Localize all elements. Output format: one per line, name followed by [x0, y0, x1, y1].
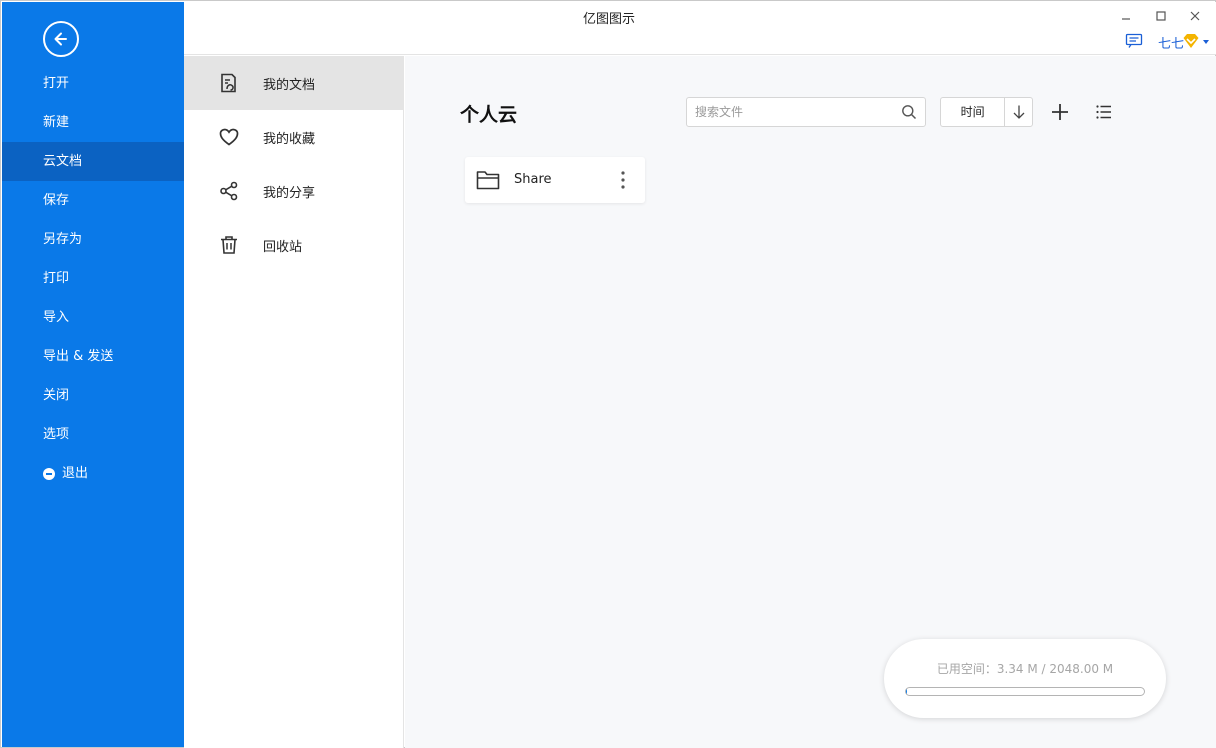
menu-item-exit[interactable]: 退出: [2, 454, 184, 493]
document-icon: [221, 73, 236, 93]
close-icon: [1190, 11, 1200, 21]
menu-item-print[interactable]: 打印: [2, 259, 184, 298]
cloud-nav: 我的文档 我的收藏 我的分享 回收站: [184, 56, 404, 748]
subnav-item-recycle-bin[interactable]: 回收站: [184, 218, 403, 272]
subnav-item-label: 我的收藏: [263, 131, 316, 147]
page-title: 个人云: [460, 104, 518, 126]
storage-usage-text: 已用空间：3.34 M / 2048.00 M: [936, 662, 1114, 676]
share-icon: [220, 181, 238, 201]
menu-item-import[interactable]: 导入: [2, 298, 184, 337]
maximize-icon: [1156, 11, 1166, 21]
sort-direction-button[interactable]: [1005, 98, 1032, 126]
menu-item-label: 关闭: [43, 388, 70, 403]
sort-field-button[interactable]: 时间: [941, 98, 1006, 126]
menu-item-options[interactable]: 选项: [2, 415, 184, 454]
file-menu-sidebar: 打开 新建 云文档 保存 另存为 打印 导入 导出 & 发送 关闭 选项 退出: [2, 2, 184, 747]
main-content: 个人云 时间: [405, 56, 1216, 748]
menu-item-label: 打开: [43, 76, 70, 91]
menu-item-cloud-docs[interactable]: 云文档: [2, 142, 184, 181]
subnav-item-my-documents[interactable]: 我的文档: [184, 56, 403, 110]
add-icon[interactable]: [1050, 102, 1070, 122]
window-title: 亿图图示: [582, 12, 635, 27]
more-vertical-icon[interactable]: [617, 169, 629, 191]
subnav-item-label: 我的文档: [263, 77, 316, 93]
arrow-down-icon: [1013, 105, 1025, 119]
folder-name: Share: [514, 172, 552, 187]
menu-item-save-as[interactable]: 另存为: [2, 220, 184, 259]
list-view-icon[interactable]: [1095, 103, 1113, 121]
heart-icon: [219, 128, 239, 146]
subnav-item-label: 回收站: [263, 239, 303, 255]
vip-diamond-icon: [1183, 34, 1199, 48]
title-bar: 亿图图示 七七: [184, 2, 1216, 55]
menu-item-label: 新建: [43, 115, 70, 130]
folder-icon: [476, 171, 500, 190]
user-name[interactable]: 七七: [1158, 33, 1184, 52]
subnav-item-my-shares[interactable]: 我的分享: [184, 164, 403, 218]
app-window: 打开 新建 云文档 保存 另存为 打印 导入 导出 & 发送 关闭 选项 退出 …: [0, 0, 1216, 748]
menu-item-label: 导入: [43, 310, 70, 325]
arrow-left-icon: [54, 32, 67, 46]
menu-item-close[interactable]: 关闭: [2, 376, 184, 415]
search-box: [686, 97, 926, 127]
menu-item-label: 导出 & 发送: [43, 349, 114, 364]
folder-item[interactable]: Share: [465, 157, 645, 203]
menu-item-label: 云文档: [43, 154, 83, 169]
minus-circle-icon: [43, 467, 55, 480]
file-menu: 打开 新建 云文档 保存 另存为 打印 导入 导出 & 发送 关闭 选项 退出: [2, 64, 184, 493]
maximize-button[interactable]: [1151, 6, 1171, 26]
back-button[interactable]: [43, 21, 79, 57]
sort-control: 时间: [940, 97, 1033, 127]
subnav-item-favorites[interactable]: 我的收藏: [184, 110, 403, 164]
message-icon[interactable]: [1125, 33, 1143, 49]
menu-item-new[interactable]: 新建: [2, 103, 184, 142]
search-icon[interactable]: [901, 104, 917, 120]
subnav-item-label: 我的分享: [263, 185, 316, 201]
menu-item-label: 选项: [43, 427, 70, 442]
menu-item-open[interactable]: 打开: [2, 64, 184, 103]
minimize-button[interactable]: [1116, 6, 1136, 26]
menu-item-export-send[interactable]: 导出 & 发送: [2, 337, 184, 376]
menu-item-label: 退出: [62, 466, 89, 481]
close-button[interactable]: [1185, 6, 1205, 26]
menu-item-label: 打印: [43, 271, 70, 286]
user-dropdown-caret-icon[interactable]: [1203, 40, 1209, 44]
minimize-icon: [1122, 18, 1130, 20]
menu-item-save[interactable]: 保存: [2, 181, 184, 220]
storage-progress-bar: [905, 687, 1145, 696]
menu-item-label: 另存为: [43, 232, 83, 247]
trash-icon: [221, 236, 237, 254]
search-input[interactable]: [687, 98, 887, 126]
storage-usage-card: 已用空间：3.34 M / 2048.00 M: [884, 639, 1166, 718]
menu-item-label: 保存: [43, 193, 70, 208]
